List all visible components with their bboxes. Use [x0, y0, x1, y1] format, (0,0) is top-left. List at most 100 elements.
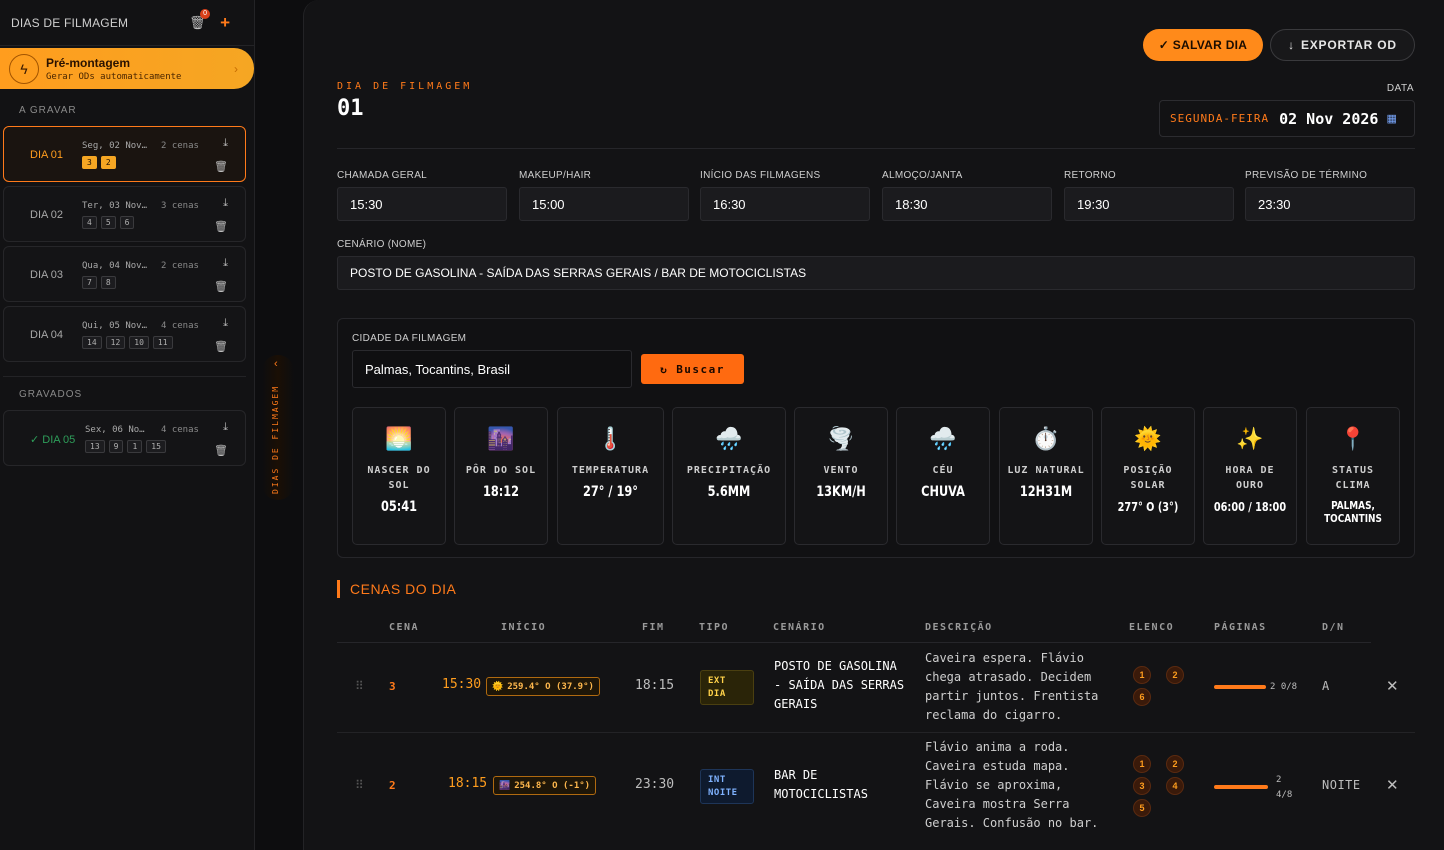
- day-date: Qui, 05 Nov…: [82, 321, 148, 331]
- scene-tag: 5: [100, 216, 116, 229]
- weather-label: HORA DE OURO: [1225, 465, 1275, 491]
- day-card[interactable]: DIA 04 Qui, 05 Nov… 4 cenas 14 12 10 11 …: [3, 306, 246, 362]
- delete-icon[interactable]: 🗑: [214, 160, 228, 173]
- scenes-title: CENAS DO DIA: [337, 580, 456, 598]
- weather-label: PÔR DO SOL: [465, 465, 537, 476]
- time-label: PREVISÃO DE TÉRMINO: [1245, 170, 1368, 181]
- time-input-chamada[interactable]: 15:30: [337, 187, 507, 221]
- download-icon[interactable]: ⤓: [223, 257, 228, 270]
- day-scene-tags: 4 5 6: [82, 216, 135, 229]
- time-input-almoco[interactable]: 18:30: [882, 187, 1052, 221]
- column-header: ELENCO: [1129, 622, 1175, 633]
- weather-value: 06:00 / 18:00: [1213, 500, 1287, 514]
- drag-handle-icon[interactable]: ⠿: [355, 778, 364, 792]
- cast-badge: 6: [1133, 688, 1151, 706]
- delete-icon[interactable]: 🗑: [214, 444, 228, 457]
- delete-icon[interactable]: 🗑: [214, 220, 228, 233]
- remove-scene-button[interactable]: ✕: [1386, 776, 1399, 794]
- scene-tag: 1: [127, 440, 143, 453]
- day-card[interactable]: DIA 02 Ter, 03 Nov… 3 cenas 4 5 6 ⤓ 🗑: [3, 186, 246, 242]
- scene-start[interactable]: 18:15: [448, 776, 487, 791]
- download-icon[interactable]: ⤓: [223, 197, 228, 210]
- scene-location: POSTO DE GASOLINA - SAÍDA DAS SERRAS GER…: [774, 659, 905, 711]
- save-day-button[interactable]: ✓ SALVAR DIA: [1143, 29, 1263, 61]
- scene-description: Caveira espera. Flávio chega atrasado. D…: [925, 651, 1099, 722]
- scenario-input[interactable]: POSTO DE GASOLINA - SAÍDA DAS SERRAS GER…: [337, 256, 1415, 290]
- day-scene-count: 2 cenas: [161, 141, 199, 151]
- time-input-retorno[interactable]: 19:30: [1064, 187, 1234, 221]
- table-row[interactable]: ⠿ 3 15:30 🌞 259.4° O (37.9°) 18:15 EXT D…: [337, 643, 1415, 732]
- city-input[interactable]: Palmas, Tocantins, Brasil: [352, 350, 632, 388]
- refresh-icon: ↻: [660, 362, 669, 376]
- time-input-termino[interactable]: 23:30: [1245, 187, 1415, 221]
- cast-badge: 2: [1166, 666, 1184, 684]
- weather-label: STATUS CLIMA: [1331, 465, 1375, 491]
- sun-position-pill: 🌞 259.4° O (37.9°): [486, 677, 600, 696]
- main-panel: ✓ SALVAR DIA ↓ EXPORTAR OD DIA DE FILMAG…: [303, 0, 1444, 850]
- weather-card-wind: 🌪️ VENTO 13KM/H: [794, 407, 888, 545]
- weather-value: 27° / 19°: [583, 484, 638, 500]
- download-icon[interactable]: ⤓: [223, 421, 228, 434]
- stopwatch-icon: ⏱️: [1032, 426, 1060, 451]
- thermometer-icon: 🌡️: [596, 426, 625, 451]
- export-od-button[interactable]: ↓ EXPORTAR OD: [1270, 29, 1415, 61]
- day-scene-tags: 7 8: [82, 276, 116, 289]
- weather-card-precipitation: 🌧️ PRECIPITAÇÃO 5.6MM: [672, 407, 786, 545]
- premontagem-button[interactable]: ϟ Pré-montagem Gerar ODs automaticamente…: [0, 48, 254, 89]
- scene-end[interactable]: 23:30: [635, 777, 674, 792]
- sun-position: 254.8° O (-1°): [514, 780, 591, 791]
- day-night: NOITE: [1322, 778, 1361, 792]
- day-card[interactable]: DIA 03 Qua, 04 Nov… 2 cenas 7 8 ⤓ 🗑: [3, 246, 246, 302]
- column-header: INÍCIO: [501, 622, 547, 633]
- day-scene-count: 4 cenas: [161, 425, 199, 435]
- rail-label: DIAS DE FILMAGEM: [271, 384, 280, 494]
- trash-button[interactable]: 🗑 0: [189, 8, 211, 30]
- delete-icon[interactable]: 🗑: [214, 340, 228, 353]
- add-day-button[interactable]: +: [220, 13, 230, 33]
- date-picker[interactable]: SEGUNDA-FEIRA 02 Nov 2026 ▦: [1159, 100, 1415, 137]
- scene-start[interactable]: 15:30: [442, 677, 481, 692]
- weather-value: 13KM/H: [816, 484, 866, 500]
- day-card[interactable]: DIA 01 Seg, 02 Nov… 2 cenas 3 2 ⤓ 🗑: [3, 126, 246, 182]
- day-name: DIA 03: [30, 269, 64, 281]
- section-to-shoot-label: A GRAVAR: [19, 105, 77, 116]
- weather-value: 12H31M: [1019, 484, 1073, 500]
- delete-icon[interactable]: 🗑: [214, 280, 228, 293]
- download-icon[interactable]: ⤓: [223, 317, 228, 330]
- trash-count-badge: 0: [200, 8, 211, 19]
- scene-type-badge[interactable]: EXT DIA: [700, 670, 754, 705]
- scene-tag: 4: [82, 216, 97, 229]
- scene-tag: 3: [82, 156, 97, 169]
- day-scene-tags: 14 12 10 11: [82, 336, 173, 349]
- chevron-left-icon[interactable]: ‹: [274, 358, 278, 370]
- cast-badge: 1: [1133, 666, 1151, 684]
- search-button[interactable]: ↻ Buscar: [641, 354, 744, 384]
- day-scene-count: 3 cenas: [161, 201, 199, 211]
- scene-type-time: DIA: [708, 689, 726, 699]
- scene-end[interactable]: 18:15: [635, 678, 674, 693]
- date-value: 02 Nov 2026: [1279, 109, 1379, 128]
- sun-icon: 🌞: [1134, 426, 1162, 451]
- weather-card-temperature: 🌡️ TEMPERATURA 27° / 19°: [557, 407, 664, 545]
- time-input-makeup[interactable]: 15:00: [519, 187, 689, 221]
- weather-value: 277° O (3°): [1117, 500, 1179, 514]
- pages-value-line2: 4/8: [1276, 790, 1293, 800]
- day-card[interactable]: ✓ DIA 05 Sex, 06 No… 4 cenas 13 9 1 15 ⤓…: [3, 410, 246, 466]
- scene-tag: 9: [108, 440, 124, 453]
- time-input-inicio[interactable]: 16:30: [700, 187, 870, 221]
- sunset-icon: 🌆: [487, 426, 515, 451]
- download-icon[interactable]: ⤓: [223, 137, 228, 150]
- sun-position: 259.4° O (37.9°): [507, 681, 594, 692]
- table-row[interactable]: ⠿ 2 18:15 🌆 254.8° O (-1°) 23:30 INT NOI…: [337, 733, 1415, 843]
- pages-value-line1: 2: [1276, 775, 1282, 785]
- remove-scene-button[interactable]: ✕: [1386, 677, 1399, 695]
- date-label: DATA: [1386, 83, 1414, 94]
- scene-type-badge[interactable]: INT NOITE: [700, 769, 754, 804]
- weather-value: PALMAS, TOCANTINS: [1324, 499, 1382, 525]
- day-scene-count: 2 cenas: [161, 261, 199, 271]
- pages-bar: [1214, 785, 1268, 789]
- rain-cloud-icon: 🌧️: [715, 426, 743, 451]
- drag-handle-icon[interactable]: ⠿: [355, 679, 364, 693]
- sidebar-title: DIAS DE FILMAGEM: [11, 15, 129, 30]
- calendar-icon[interactable]: ▦: [1386, 112, 1396, 125]
